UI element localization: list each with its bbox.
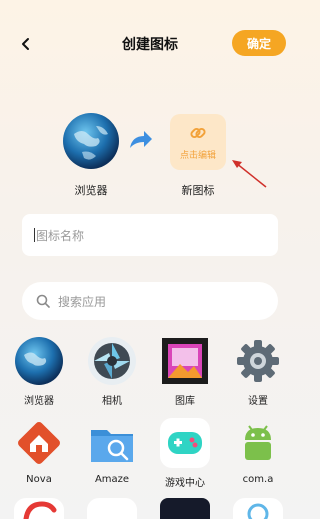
app-label: Nova [26,474,52,485]
app-item-com-a[interactable]: com.a [221,418,295,485]
amaze-folder-icon [87,418,137,468]
edit-hint-text: 点击编辑 [179,150,216,161]
icon-name-input[interactable]: 图标名称 [22,214,278,256]
app-item-partial[interactable] [148,498,222,519]
app-label: 相机 [102,396,122,407]
app-item-nova[interactable]: Nova [2,418,76,485]
app-item-gallery[interactable]: 图库 [148,336,222,407]
app-search-input[interactable]: 搜索应用 [22,282,278,320]
browser-globe-icon [14,336,64,386]
app-icon [233,498,283,519]
icon-name-placeholder: 图标名称 [36,228,85,243]
dark-app-icon [160,498,210,519]
app-item-game-center[interactable]: 游戏中心 [148,418,222,489]
arrow-right-icon [130,131,152,148]
gallery-icon [160,336,210,386]
app-label: 图库 [175,396,195,407]
app-item-partial[interactable] [75,498,149,519]
app-item-partial[interactable] [2,498,76,519]
link-icon [190,127,206,138]
app-item-camera[interactable]: 相机 [75,336,149,407]
app-label: com.a [242,474,274,485]
source-app-label: 浏览器 [74,184,108,197]
app-label: Amaze [94,474,130,485]
red-app-icon [14,498,64,519]
browser-globe-icon[interactable] [62,112,120,170]
game-controller-icon [160,418,210,468]
app-label: 设置 [248,396,268,407]
app-label: 浏览器 [24,396,54,407]
search-icon [36,294,50,308]
camera-aperture-icon [87,336,137,386]
app-item-amaze[interactable]: Amaze [75,418,149,485]
app-item-browser[interactable]: 浏览器 [2,336,76,407]
new-icon-edit-button[interactable]: 点击编辑 [170,114,226,170]
app-item-partial[interactable] [221,498,295,519]
confirm-button[interactable]: 确定 [232,30,286,56]
annotation-arrow-icon [232,160,267,188]
app-icon [87,498,137,519]
top-bar: 创建图标 确定 [0,28,300,62]
app-item-settings[interactable]: 设置 [221,336,295,407]
new-icon-label: 新图标 [181,184,215,197]
android-robot-icon [233,418,283,468]
app-label: 游戏中心 [165,478,205,489]
text-caret [34,228,35,242]
search-placeholder: 搜索应用 [58,294,107,309]
settings-gear-icon [233,336,283,386]
nova-launcher-icon [14,418,64,468]
